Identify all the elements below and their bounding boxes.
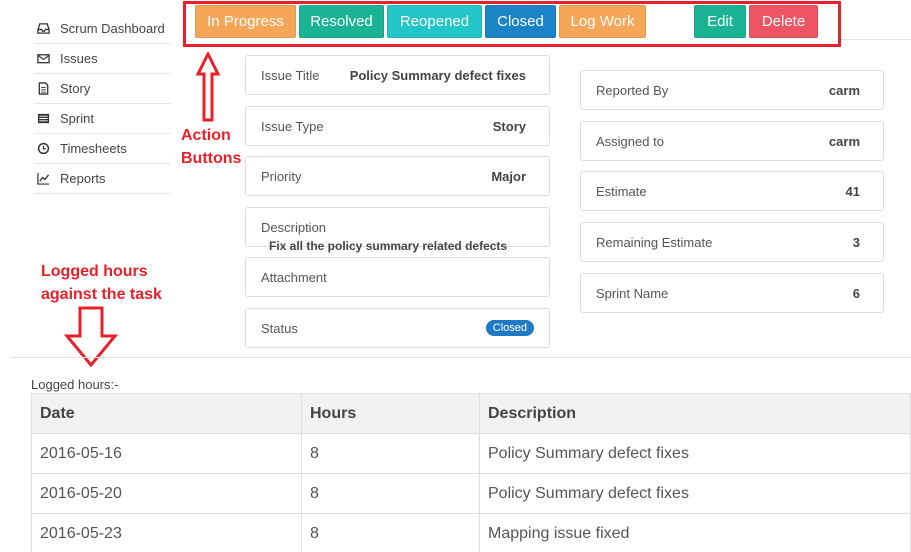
field-value: 41: [845, 184, 860, 199]
remaining-estimate-field: Remaining Estimate 3: [580, 222, 884, 262]
down-arrow-annotation: [64, 306, 118, 368]
table-cell-description: Policy Summary defect fixes: [479, 433, 911, 474]
logged-hours-annotation: Logged hours against the task: [41, 260, 162, 306]
annotation-line: Logged hours: [41, 263, 148, 280]
field-value: Story: [492, 119, 526, 134]
top-divider: [841, 39, 911, 40]
column-header-date[interactable]: Date: [31, 393, 302, 434]
field-value: Policy Summary defect fixes: [349, 68, 526, 83]
field-label: Estimate: [596, 184, 647, 199]
field-label: Status: [261, 321, 298, 336]
reported-by-field: Reported By carm: [580, 70, 884, 110]
clock-icon: [35, 142, 51, 156]
field-label: Priority: [261, 169, 302, 184]
table-cell-description: Policy Summary defect fixes: [479, 473, 911, 514]
status-badge: Closed: [485, 320, 534, 336]
section-divider: [10, 357, 911, 358]
log-work-button[interactable]: Log Work: [559, 5, 646, 38]
field-label: Description: [261, 220, 327, 235]
sidebar-item-label: Timesheets: [60, 141, 127, 156]
resolved-button[interactable]: Resolved: [299, 5, 384, 38]
annotation-line: Buttons: [181, 150, 242, 167]
list-icon: [35, 112, 51, 126]
table-cell-description: Mapping issue fixed: [479, 513, 911, 552]
sidebar-item-scrum-dashboard[interactable]: Scrum Dashboard: [34, 14, 171, 44]
field-label: Issue Type: [261, 119, 324, 134]
table-cell-date: 2016-05-16: [31, 433, 302, 474]
table-row: 2016-05-20 8 Policy Summary defect fixes: [31, 473, 911, 514]
estimate-field: Estimate 41: [580, 171, 884, 211]
action-buttons-annotation: Action Buttons: [181, 124, 241, 170]
table-cell-date: 2016-05-23: [31, 513, 302, 552]
table-cell-hours: 8: [301, 473, 480, 514]
issue-type-field: Issue Type Story: [245, 106, 550, 146]
priority-field: Priority Major: [245, 156, 550, 196]
table-cell-hours: 8: [301, 513, 480, 552]
envelope-icon: [35, 52, 51, 66]
attachment-field: Attachment: [245, 257, 550, 297]
sidebar-item-issues[interactable]: Issues: [34, 44, 171, 74]
table-cell-date: 2016-05-20: [31, 473, 302, 514]
table-header-row: Date Hours Description: [31, 393, 911, 434]
sidebar-item-label: Sprint: [60, 111, 94, 126]
field-label: Assigned to: [596, 134, 664, 149]
field-value: carm: [828, 83, 860, 98]
delete-button[interactable]: Delete: [749, 5, 818, 38]
table-row: 2016-05-23 8 Mapping issue fixed: [31, 513, 911, 552]
field-value: carm: [828, 134, 860, 149]
field-label: Sprint Name: [596, 286, 669, 301]
annotation-line: Action: [181, 127, 231, 144]
field-label: Attachment: [261, 270, 327, 285]
table-cell-hours: 8: [301, 433, 480, 474]
sidebar-item-reports[interactable]: Reports: [34, 164, 171, 194]
inbox-icon: [35, 22, 51, 36]
field-label: Reported By: [596, 83, 669, 98]
assigned-to-field: Assigned to carm: [580, 121, 884, 161]
sidebar-item-label: Scrum Dashboard: [60, 21, 165, 36]
edit-button[interactable]: Edit: [694, 5, 746, 38]
sprint-name-field: Sprint Name 6: [580, 273, 884, 313]
column-header-hours[interactable]: Hours: [301, 393, 480, 434]
up-arrow-annotation: [196, 52, 220, 122]
logged-hours-table: Date Hours Description 2016-05-16 8 Poli…: [31, 393, 911, 552]
field-value: 3: [852, 235, 860, 250]
column-header-description[interactable]: Description: [479, 393, 911, 434]
sidebar-item-label: Reports: [60, 171, 106, 186]
closed-button[interactable]: Closed: [485, 5, 556, 38]
field-label: Issue Title: [261, 68, 320, 83]
sidebar-item-sprint[interactable]: Sprint: [34, 104, 171, 134]
reopened-button[interactable]: Reopened: [387, 5, 482, 38]
field-value: 6: [852, 286, 860, 301]
field-label: Remaining Estimate: [596, 235, 713, 250]
sidebar-item-label: Issues: [60, 51, 98, 66]
line-chart-icon: [35, 172, 51, 186]
sidebar: Scrum Dashboard Issues Story Sprint Time…: [34, 14, 171, 194]
field-value: Major: [491, 169, 526, 184]
document-icon: [35, 82, 51, 96]
in-progress-button[interactable]: In Progress: [195, 5, 296, 38]
issue-title-field: Issue Title Policy Summary defect fixes: [245, 55, 550, 95]
table-row: 2016-05-16 8 Policy Summary defect fixes: [31, 433, 911, 474]
logged-hours-title: Logged hours:-: [31, 377, 119, 392]
sidebar-item-story[interactable]: Story: [34, 74, 171, 104]
sidebar-item-timesheets[interactable]: Timesheets: [34, 134, 171, 164]
description-value: Fix all the policy summary related defec…: [269, 239, 508, 253]
status-field: Status Closed: [245, 308, 550, 348]
sidebar-item-label: Story: [60, 81, 91, 96]
annotation-line: against the task: [41, 286, 162, 303]
